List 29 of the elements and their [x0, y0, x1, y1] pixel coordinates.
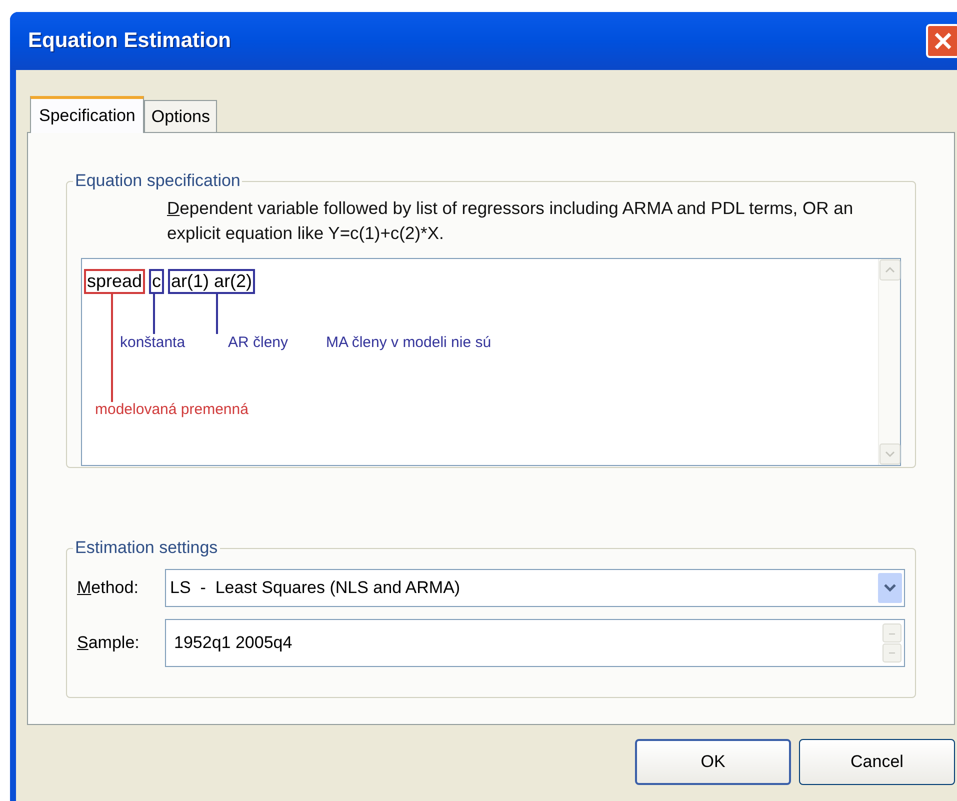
tab[interactable]: Options: [144, 100, 217, 132]
dialog-button[interactable]: Cancel: [799, 739, 955, 785]
equation-term: c: [149, 269, 164, 294]
close-button[interactable]: [926, 24, 957, 58]
tab[interactable]: Specification: [30, 96, 144, 133]
dialog-button[interactable]: OK: [635, 739, 791, 785]
equation-field[interactable]: spread c ar(1) ar(2) konštanta AR členy MA členy v modeli nie sú modelovaná premenná: [81, 258, 901, 466]
scroll-up-icon[interactable]: [879, 259, 901, 281]
method-label: Method:: [77, 577, 140, 600]
sample-label: Sample:: [77, 632, 140, 654]
sample-field[interactable]: 1952q1 2005q4: [165, 619, 905, 667]
close-icon: [933, 31, 953, 51]
equation-term: spread: [84, 269, 146, 294]
dropdown-value: LS - Least Squares (NLS and ARMA): [170, 577, 460, 600]
hint-text: Dependent variable followed by list of regressors including ARMA and PDL terms, OR an explicit equation like Y=c(1)+c(2)*X.: [167, 197, 854, 245]
annotation-label: konštanta: [120, 333, 186, 353]
window-title: Equation Estimation: [28, 28, 232, 54]
chevron-down-icon: [878, 572, 902, 604]
field-value: 1952q1 2005q4: [174, 632, 292, 654]
equation-term: ar(1) ar(2): [168, 269, 256, 294]
leader-line: [216, 294, 218, 334]
annotation-label: MA členy v modeli nie sú: [326, 333, 492, 353]
method-dropdown[interactable]: LS - Least Squares (NLS and ARMA): [165, 569, 905, 607]
scroll-down-icon[interactable]: [879, 443, 901, 465]
scrollbar[interactable]: [878, 259, 900, 465]
spinner-icon: [882, 623, 902, 663]
leader-line: [153, 294, 156, 334]
annotation-label: modelovaná premenná: [95, 400, 248, 420]
annotation-label: AR členy: [228, 333, 288, 353]
